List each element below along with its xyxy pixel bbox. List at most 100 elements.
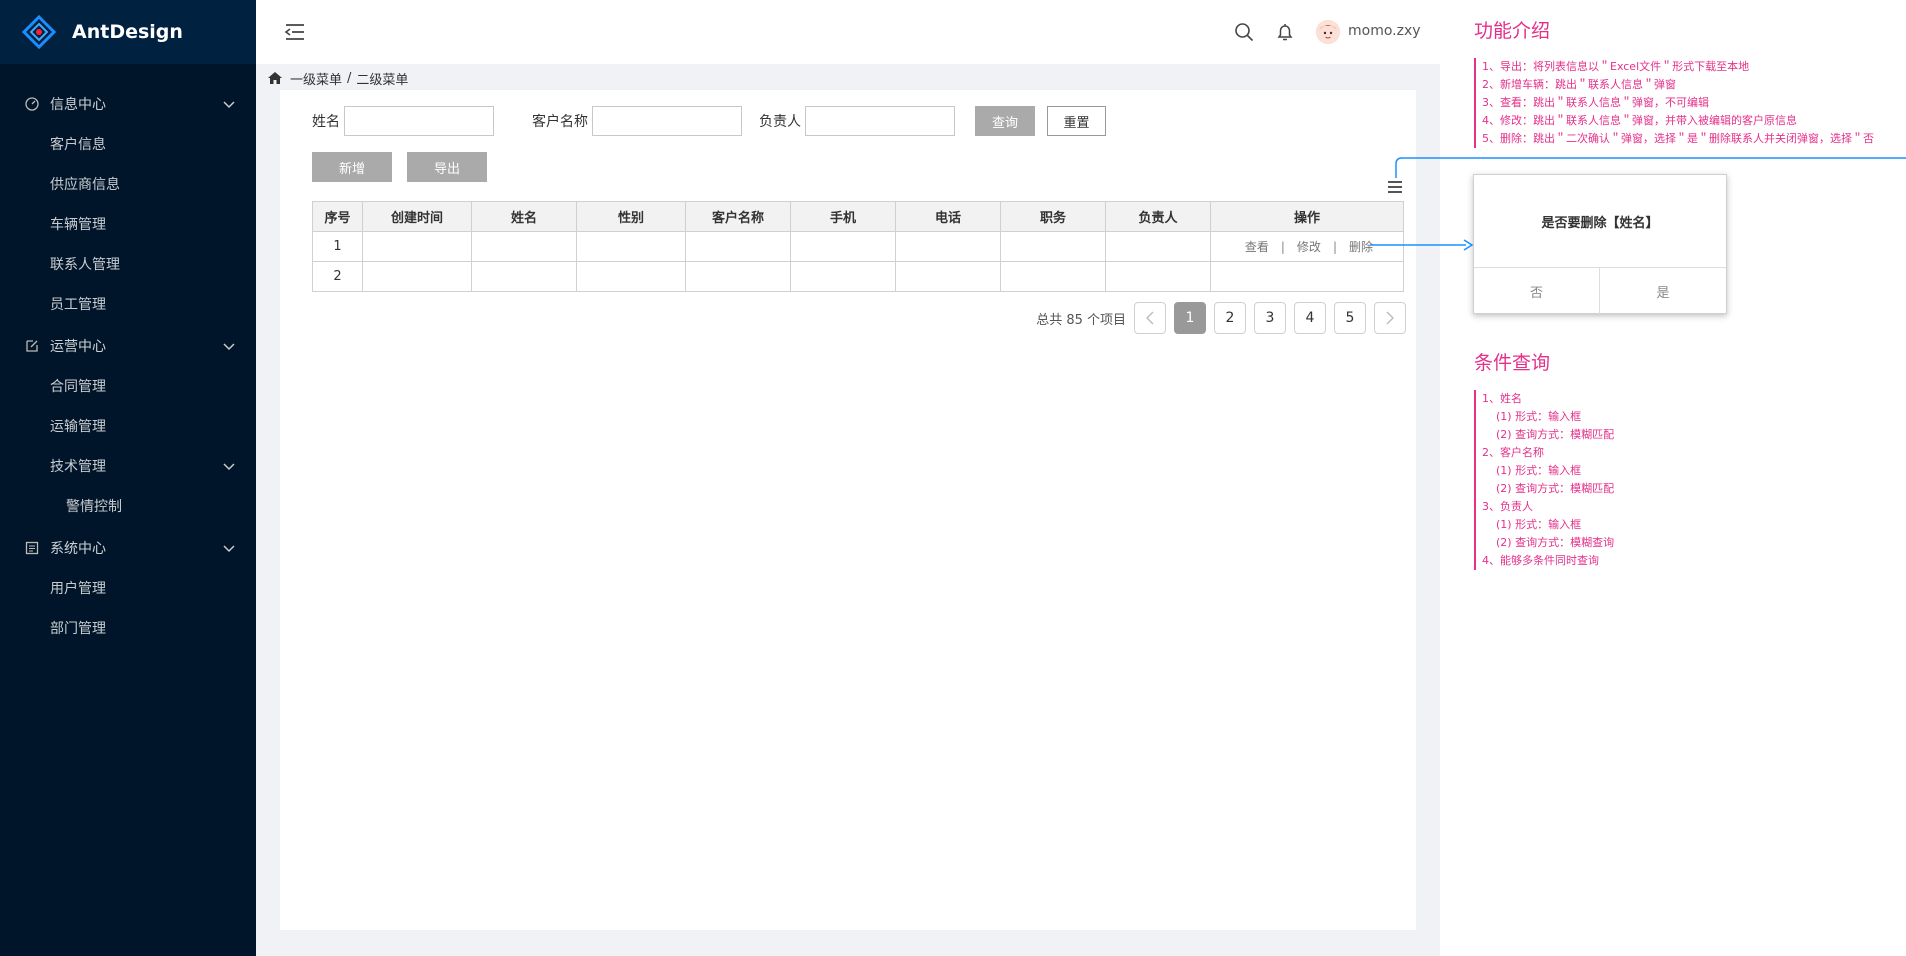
table-cell — [1210, 261, 1404, 292]
data-table: 序号 创建时间 姓名 性别 客户名称 手机 电话 职务 负责人 操作 1 查看 … — [312, 201, 1404, 292]
delete-link[interactable]: 删除 — [1349, 240, 1373, 254]
table-cell — [362, 231, 472, 262]
top-header: momo.zxy — [256, 0, 1440, 64]
menu-item-user-management[interactable]: 用户管理 — [0, 568, 256, 608]
bell-icon[interactable] — [1275, 22, 1295, 42]
menu-group-info-center[interactable]: 信息中心 — [0, 84, 256, 124]
query-note: 4、能够多条件同时查询 — [1482, 554, 1599, 567]
username[interactable]: momo.zxy — [1348, 23, 1421, 39]
column-header: 手机 — [790, 201, 896, 232]
column-header: 性别 — [576, 201, 686, 232]
page-button-2[interactable]: 2 — [1214, 302, 1246, 334]
avatar[interactable] — [1316, 20, 1340, 44]
search-icon[interactable] — [1234, 22, 1254, 42]
row-operations: 查看 | 修改 | 删除 — [1210, 231, 1404, 262]
table-cell — [790, 231, 896, 262]
query-note: (2) 查询方式：模糊查询 — [1496, 536, 1615, 549]
chevron-down-icon — [223, 343, 235, 351]
menu-item-employee-management[interactable]: 员工管理 — [0, 284, 256, 324]
name-input[interactable] — [344, 106, 494, 136]
dashboard-icon — [25, 97, 39, 111]
page-button-3[interactable]: 3 — [1254, 302, 1286, 334]
feature-note: 2、新增车辆：跳出＂联系人信息＂弹窗 — [1482, 78, 1676, 91]
menu-item-department-management[interactable]: 部门管理 — [0, 608, 256, 648]
table-cell — [576, 261, 686, 292]
list-card: 姓名 客户名称 负责人 查询 重置 新增 导出 序号 创建时间 姓名 性别 客户… — [280, 90, 1416, 930]
features-title: 功能介绍 — [1474, 20, 1551, 42]
query-note: 2、客户名称 — [1482, 446, 1544, 459]
feature-note: 1、导出：将列表信息以＂Excel文件＂形式下载至本地 — [1482, 60, 1750, 73]
table-cell — [1000, 231, 1106, 262]
view-link[interactable]: 查看 — [1245, 240, 1269, 254]
next-page-button[interactable] — [1374, 302, 1406, 334]
table-cell — [895, 231, 1001, 262]
customer-name-input[interactable] — [592, 106, 742, 136]
column-header: 序号 — [312, 201, 363, 232]
table-cell — [1105, 231, 1211, 262]
chevron-right-icon — [1386, 311, 1394, 325]
menu-item-supplier-info[interactable]: 供应商信息 — [0, 164, 256, 204]
column-header: 姓名 — [471, 201, 577, 232]
menu-subgroup-tech-management[interactable]: 技术管理 — [0, 446, 256, 486]
query-note: (2) 查询方式：模糊匹配 — [1496, 428, 1615, 441]
page-button-5[interactable]: 5 — [1334, 302, 1366, 334]
chevron-down-icon — [223, 101, 235, 109]
menu-item-alarm-control[interactable]: 警情控制 — [0, 486, 256, 526]
menu-item-contact-management[interactable]: 联系人管理 — [0, 244, 256, 284]
menu-item-customer-info[interactable]: 客户信息 — [0, 124, 256, 164]
logo[interactable]: AntDesign — [0, 0, 256, 64]
table-cell — [685, 261, 791, 292]
menu-group-label: 运营中心 — [50, 339, 106, 355]
export-button[interactable]: 导出 — [407, 152, 487, 182]
reset-button[interactable]: 重置 — [1047, 106, 1106, 136]
annotation-panel: 功能介绍 1、导出：将列表信息以＂Excel文件＂形式下载至本地 2、新增车辆：… — [1440, 0, 1906, 956]
delete-confirm-dialog: 是否要删除【姓名】 否 是 — [1473, 174, 1727, 314]
edit-icon — [26, 340, 38, 352]
owner-label: 负责人 — [759, 114, 801, 130]
chevron-left-icon — [1146, 311, 1154, 325]
query-list: 1、姓名 (1) 形式：输入框 (2) 查询方式：模糊匹配 2、客户名称 (1)… — [1474, 390, 1614, 570]
filter-form: 姓名 客户名称 负责人 查询 重置 — [312, 106, 1106, 136]
home-icon[interactable] — [268, 72, 282, 84]
menu-group-operation-center[interactable]: 运营中心 — [0, 326, 256, 366]
column-header: 客户名称 — [685, 201, 791, 232]
query-note: (1) 形式：输入框 — [1496, 464, 1582, 477]
table-cell — [471, 231, 577, 262]
owner-input[interactable] — [805, 106, 955, 136]
prev-page-button[interactable] — [1134, 302, 1166, 334]
column-settings-icon[interactable] — [1387, 180, 1403, 194]
menu-fold-icon[interactable] — [284, 22, 306, 42]
add-button[interactable]: 新增 — [312, 152, 392, 182]
page-button-1[interactable]: 1 — [1174, 302, 1206, 334]
dialog-yes-button[interactable]: 是 — [1600, 268, 1726, 314]
pagination: 总共 85 个项目 1 2 3 4 5 — [1036, 302, 1406, 334]
antdesign-logo-icon — [22, 15, 56, 49]
breadcrumb-level1[interactable]: 一级菜单 — [290, 69, 342, 88]
feature-note: 3、查看：跳出＂联系人信息＂弹窗，不可编辑 — [1482, 96, 1709, 109]
row-index: 1 — [312, 231, 363, 262]
query-button[interactable]: 查询 — [975, 106, 1035, 136]
table-cell — [895, 261, 1001, 292]
column-header: 创建时间 — [362, 201, 472, 232]
table-cell — [362, 261, 472, 292]
menu-group-system-center[interactable]: 系统中心 — [0, 528, 256, 568]
menu-item-transport-management[interactable]: 运输管理 — [0, 406, 256, 446]
query-note: (1) 形式：输入框 — [1496, 518, 1582, 531]
column-header: 负责人 — [1105, 201, 1211, 232]
edit-link[interactable]: 修改 — [1297, 240, 1321, 254]
page-button-4[interactable]: 4 — [1294, 302, 1326, 334]
breadcrumb: 一级菜单 / 二级菜单 — [268, 68, 408, 88]
table-header-row: 序号 创建时间 姓名 性别 客户名称 手机 电话 职务 负责人 操作 — [312, 201, 1404, 232]
menu-subgroup-label: 技术管理 — [50, 459, 106, 475]
avatar-face-icon — [1316, 20, 1340, 44]
dialog-no-button[interactable]: 否 — [1474, 268, 1600, 314]
sidebar: AntDesign 信息中心 客户信息 供应商信息 车辆管理 联系人管理 员工管… — [0, 0, 256, 956]
query-note: 3、负责人 — [1482, 500, 1533, 513]
query-note: (2) 查询方式：模糊匹配 — [1496, 482, 1615, 495]
chevron-down-icon — [223, 463, 235, 471]
menu-item-vehicle-management[interactable]: 车辆管理 — [0, 204, 256, 244]
table-cell — [1000, 261, 1106, 292]
menu-item-contract-management[interactable]: 合同管理 — [0, 366, 256, 406]
features-list: 1、导出：将列表信息以＂Excel文件＂形式下载至本地 2、新增车辆：跳出＂联系… — [1474, 58, 1874, 148]
main-content: 一级菜单 / 二级菜单 姓名 客户名称 负责人 查询 重置 新增 导出 序号 创… — [256, 64, 1440, 956]
